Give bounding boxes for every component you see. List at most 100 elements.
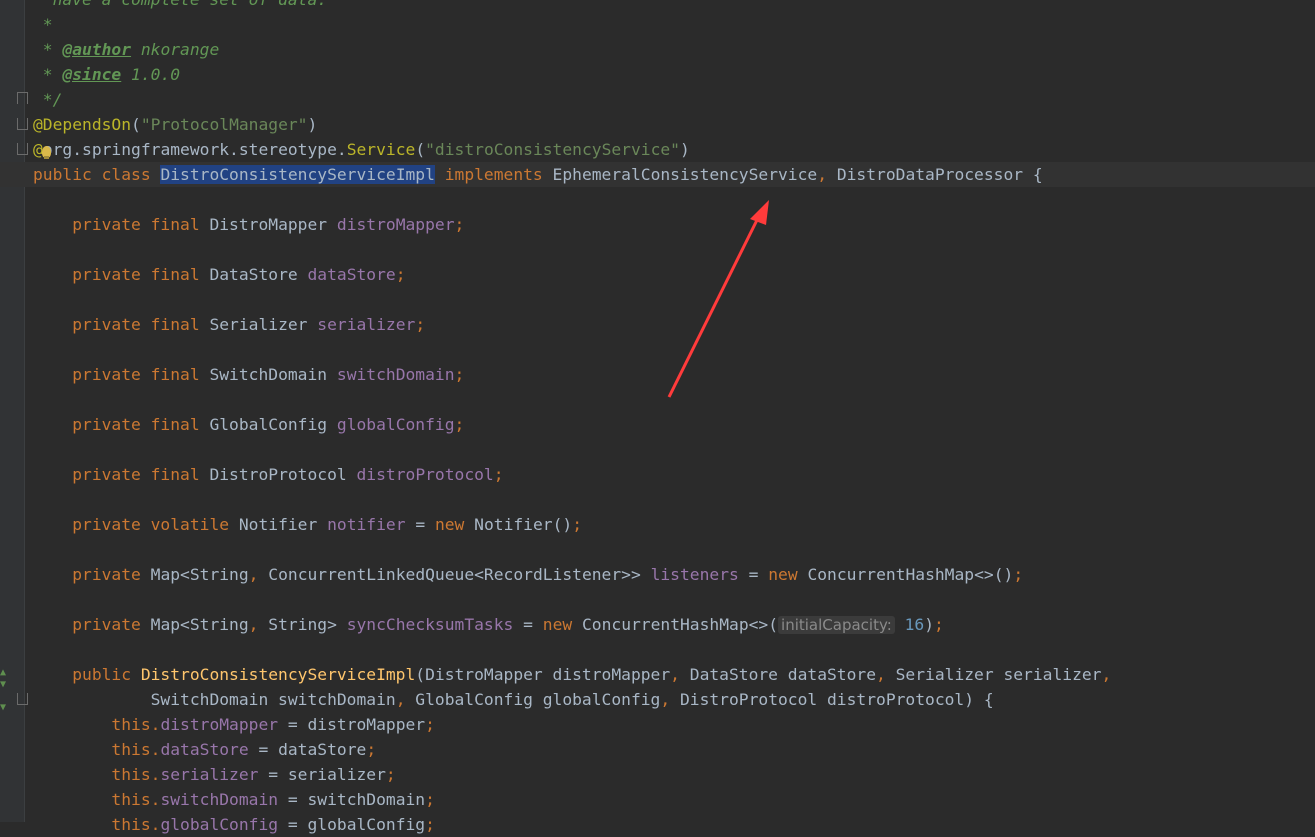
code-token: ) [679, 140, 690, 159]
code-token: , [876, 665, 896, 684]
code-line[interactable]: */ [33, 87, 1315, 112]
code-line[interactable]: private Map<String, ConcurrentLinkedQueu… [33, 562, 1315, 587]
code-token: DistroConsistencyServiceImpl [140, 665, 416, 684]
code-line[interactable] [33, 337, 1315, 362]
code-token: = [405, 515, 435, 534]
code-line[interactable] [33, 437, 1315, 462]
code-line[interactable] [33, 487, 1315, 512]
code-line[interactable]: private Map<String, String> syncChecksum… [33, 612, 1315, 637]
override-marker-icon[interactable]: ▼ [0, 680, 8, 690]
code-token: public [33, 665, 141, 684]
code-token: ; [493, 465, 504, 484]
code-token: serializer [317, 315, 416, 334]
code-line[interactable] [33, 187, 1315, 212]
code-token: ; [572, 515, 582, 534]
code-token: implements [434, 165, 553, 184]
code-line[interactable]: this.switchDomain = switchDomain; [33, 787, 1315, 812]
code-token: DistroMapper [209, 215, 337, 234]
code-line[interactable]: this.distroMapper = distroMapper; [33, 712, 1315, 737]
code-token: private [33, 615, 151, 634]
code-line[interactable]: have a complete set of data. [33, 0, 1315, 12]
code-token: Notifier() [474, 515, 573, 534]
code-token: GlobalConfig globalConfig [415, 690, 661, 709]
code-line[interactable]: private final SwitchDomain switchDomain; [33, 362, 1315, 387]
code-token: globalConfig [336, 415, 455, 434]
code-token: ) [924, 615, 935, 634]
code-line[interactable] [33, 587, 1315, 612]
code-line[interactable]: * [33, 12, 1315, 37]
code-token: distroMapper [336, 215, 455, 234]
code-token: private volatile [33, 515, 239, 534]
code-token: ConcurrentLinkedQueue<RecordListener>> [268, 565, 651, 584]
code-token: private final [33, 415, 210, 434]
code-line[interactable] [33, 287, 1315, 312]
code-line[interactable] [33, 637, 1315, 662]
code-token: dataStore [160, 740, 249, 759]
fold-marker-icon[interactable] [17, 693, 28, 705]
fold-marker-icon[interactable] [17, 92, 28, 104]
code-editor[interactable]: have a complete set of data. * * @author… [0, 0, 1315, 834]
editor-gutter: ▲ ▼ ▼ [0, 0, 28, 822]
lightbulb-icon[interactable] [42, 146, 51, 159]
code-token: SwitchDomain [209, 365, 337, 384]
code-token: EphemeralConsistencyService [552, 165, 818, 184]
fold-marker-icon[interactable] [17, 118, 28, 130]
code-token: = globalConfig [278, 815, 426, 834]
code-token: new [768, 565, 808, 584]
code-token: , [248, 615, 269, 634]
code-line[interactable]: @org.springframework.stereotype.Service(… [33, 137, 1315, 162]
code-token: switchDomain [336, 365, 455, 384]
code-line[interactable]: this.serializer = serializer; [33, 762, 1315, 787]
code-token: DistroProtocol distroProtocol) { [679, 690, 994, 709]
code-line[interactable]: public class DistroConsistencyServiceImp… [0, 162, 1315, 187]
code-token: ( [415, 140, 426, 159]
code-line[interactable]: private final DistroProtocol distroProto… [33, 462, 1315, 487]
code-line[interactable]: private final GlobalConfig globalConfig; [33, 412, 1315, 437]
code-line[interactable]: this.dataStore = dataStore; [33, 737, 1315, 762]
code-line[interactable]: @DependsOn("ProtocolManager") [33, 112, 1315, 137]
code-token: distroProtocol [356, 465, 494, 484]
override-marker-icon[interactable]: ▲ [0, 668, 8, 678]
code-line[interactable]: SwitchDomain switchDomain, GlobalConfig … [33, 687, 1315, 712]
code-token: notifier [327, 515, 406, 534]
code-line[interactable]: * @author nkorange [33, 37, 1315, 62]
code-token: , [817, 165, 837, 184]
code-token: SwitchDomain switchDomain [33, 690, 396, 709]
code-token: DataStore dataStore [689, 665, 877, 684]
code-line[interactable]: private volatile Notifier notifier = new… [33, 512, 1315, 537]
code-line[interactable]: this.globalConfig = globalConfig; [33, 812, 1315, 837]
code-line[interactable]: public DistroConsistencyServiceImpl(Dist… [33, 662, 1315, 687]
code-line[interactable]: private final Serializer serializer; [33, 312, 1315, 337]
code-line[interactable] [33, 537, 1315, 562]
code-token: dataStore [307, 265, 396, 284]
code-token: ; [395, 265, 406, 284]
code-line[interactable] [33, 387, 1315, 412]
code-token: , [670, 665, 690, 684]
code-token: * [33, 40, 63, 59]
code-token: ( [131, 115, 141, 134]
code-token: , [395, 690, 416, 709]
code-token: ConcurrentHashMap<>( [581, 615, 779, 634]
code-token: switchDomain [160, 790, 279, 809]
code-token: , [660, 690, 680, 709]
code-token: private final [33, 365, 210, 384]
code-token: DataStore [209, 265, 308, 284]
code-token: private final [33, 465, 210, 484]
code-token: @author [62, 40, 132, 59]
override-marker-icon[interactable]: ▼ [0, 703, 8, 713]
code-line[interactable] [33, 237, 1315, 262]
code-token: @DependsOn [33, 115, 132, 134]
code-line[interactable]: private final DistroMapper distroMapper; [33, 212, 1315, 237]
code-token: serializer [160, 765, 259, 784]
code-token: DistroDataProcessor { [836, 165, 1043, 184]
code-line[interactable]: private final DataStore dataStore; [33, 262, 1315, 287]
code-token: Serializer serializer [895, 665, 1102, 684]
code-token: , [248, 565, 269, 584]
code-line[interactable]: * @since 1.0.0 [33, 62, 1315, 87]
code-token: * [33, 15, 53, 34]
code-token: new [434, 515, 475, 534]
code-token: DistroConsistencyServiceImpl [160, 165, 435, 184]
code-token: DistroProtocol [209, 465, 357, 484]
code-token: ; [1013, 565, 1024, 584]
fold-marker-icon[interactable] [17, 143, 28, 155]
